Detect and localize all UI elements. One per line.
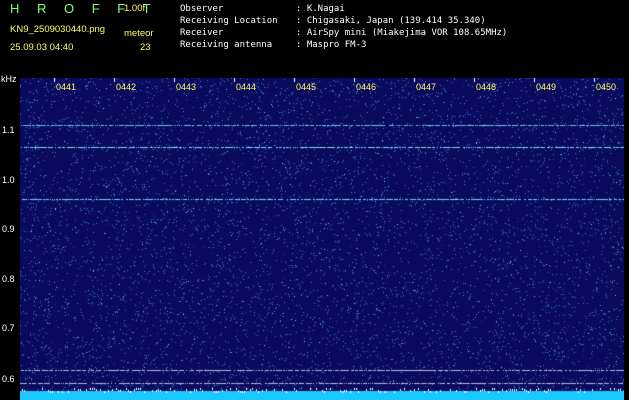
time-label: 0450	[596, 82, 617, 92]
time-label: 0445	[296, 82, 317, 92]
time-label: 0448	[476, 82, 497, 92]
antenna-value: : Maspro FM-3	[296, 40, 367, 50]
waterfall-spectrogram	[20, 78, 624, 400]
time-label: 0441	[56, 82, 77, 92]
y-tick-label: 0.8	[2, 274, 15, 284]
y-tick-label: 1.1	[2, 125, 15, 135]
y-tick-label: 0.6	[2, 374, 15, 384]
time-label: 0443	[176, 82, 197, 92]
location-key: Receiving Location	[180, 16, 278, 26]
datetime-label: 25.09.03 04:40	[10, 42, 74, 53]
time-label: 0447	[416, 82, 437, 92]
receiver-value: : AirSpy mini (Miakejima VOR 108.65MHz)	[296, 28, 508, 38]
time-label: 0442	[116, 82, 137, 92]
spectrogram-canvas	[20, 78, 624, 400]
receiver-key: Receiver	[180, 28, 224, 38]
time-label: 0444	[236, 82, 257, 92]
antenna-key: Receiving antenna	[180, 40, 273, 50]
observer-value: : K.Nagai	[296, 4, 345, 14]
y-tick-label: 0.9	[2, 224, 15, 234]
observer-key: Observer	[180, 4, 224, 14]
filename-label: KN9_2509030440.png	[10, 24, 106, 35]
y-tick-label: 0.7	[2, 323, 15, 333]
y-unit-label: kHz	[1, 74, 17, 84]
time-label: 0446	[356, 82, 377, 92]
meteor-count: 23	[140, 42, 151, 53]
location-value: : Chigasaki, Japan (139.414 35.340)	[296, 16, 486, 26]
version-label: 1.00f	[124, 3, 146, 14]
meteor-label: meteor	[124, 28, 154, 39]
waterfall-screen: { "header": { "logo": "H R O F F T", "ve…	[0, 0, 629, 400]
time-label: 0449	[536, 82, 557, 92]
y-tick-label: 1.0	[2, 175, 15, 185]
